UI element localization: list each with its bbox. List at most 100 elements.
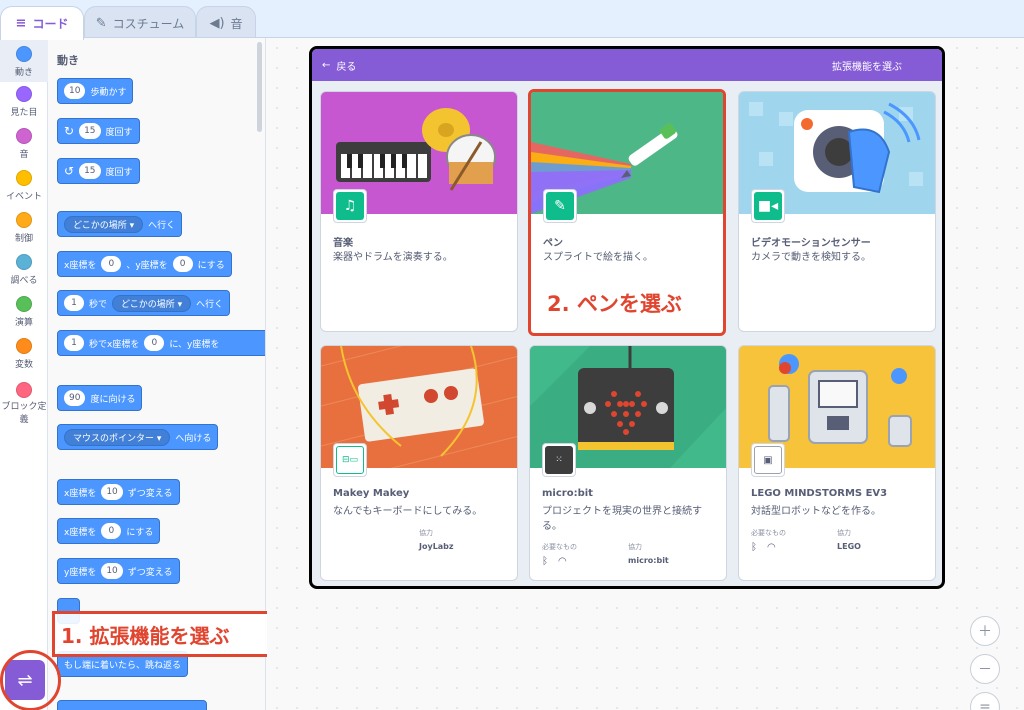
block-goto[interactable]: どこかの場所 ▾ へ行く (57, 211, 183, 237)
operators-dot-icon (16, 296, 32, 312)
editor-tab-bar: ≡ コード ✎ コスチューム ◀) 音 (0, 0, 1024, 40)
block-turn-left[interactable]: ↺ 15 度回す (57, 158, 140, 184)
block-dropdown[interactable]: どこかの場所 ▾ (64, 215, 144, 233)
block-move-steps[interactable]: 10 歩動かす (57, 78, 134, 104)
block-input[interactable]: 10 (64, 83, 86, 99)
microbit-icon: ⁙ (545, 446, 573, 474)
extension-card-pen[interactable]: ✎ ペン スプライトで絵を描く。 2. ペンを選ぶ (528, 89, 726, 336)
category-motion[interactable]: 動き (0, 40, 48, 82)
music-notes-icon: ♫ (336, 192, 364, 220)
block-set-x[interactable]: x座標を 0 にする (57, 518, 161, 544)
block-input[interactable]: 0 (144, 335, 165, 351)
block-text: 度回す (105, 127, 133, 138)
rotate-left-icon: ↺ (64, 164, 75, 178)
collaborator-label: 協力 (837, 529, 851, 537)
block-text: 秒で (89, 299, 108, 310)
extension-card-lego-ev3[interactable]: ▣ LEGO MINDSTORMS EV3 対話型ロボットなどを作る。 必要なも… (738, 345, 936, 581)
block-text: x座標を (64, 527, 97, 538)
block-text: 、y座標を (126, 260, 168, 271)
block-input[interactable]: 90 (64, 390, 86, 406)
category-label: 調べる (10, 276, 38, 286)
wifi-icon: ◠ (558, 556, 567, 567)
tab-costumes[interactable]: ✎ コスチューム (84, 6, 196, 39)
palette-scrollbar[interactable] (257, 42, 262, 132)
collaborator-value: JoyLabz (419, 542, 454, 551)
annotation-step2: 2. ペンを選ぶ (547, 292, 682, 316)
extension-title: 音楽 (333, 238, 353, 249)
block-text: x座標を (64, 260, 97, 271)
block-change-y[interactable]: y座標を 10 ずつ変える (57, 558, 180, 584)
block-input[interactable]: 1 (64, 335, 84, 351)
block-rotation-style[interactable] (57, 700, 207, 710)
block-point-towards[interactable]: マウスのポインター ▾ へ向ける (57, 424, 219, 450)
category-label: 制御 (14, 234, 33, 244)
block-text: x座標を (64, 488, 97, 499)
pen-icon: ✎ (546, 192, 574, 220)
category-my-blocks[interactable]: ブロック定義 (0, 382, 48, 427)
block-text: 歩動かす (90, 87, 127, 98)
block-palette: 動き 10 歩動かす ↻ 15 度回す ↺ 15 度回す どこかの場所 ▾ へ行… (49, 38, 266, 710)
block-text: に、y座標を (169, 339, 220, 350)
block-turn-right[interactable]: ↻ 15 度回す (57, 118, 140, 144)
library-title: 拡張機能を選ぶ (832, 61, 902, 73)
extension-card-music[interactable]: ♫ 音楽 楽器やドラムを演奏する。 (320, 91, 518, 332)
extension-card-microbit[interactable]: ⁙ micro:bit プロジェクトを現実の世界と接続する。 必要なもの ᛒ ◠… (529, 345, 727, 581)
tab-sounds-label: 音 (230, 16, 243, 31)
block-change-x[interactable]: x座標を 10 ずつ変える (57, 479, 180, 505)
video-camera-icon: ■◂ (754, 192, 782, 220)
tab-costumes-label: コスチューム (112, 16, 185, 31)
block-glide-xy[interactable]: 1 秒でx座標を 0 に、y座標を (57, 330, 265, 356)
block-goto-xy[interactable]: x座標を 0 、y座標を 0 にする (57, 251, 232, 277)
category-sensing[interactable]: 調べる (0, 254, 48, 286)
collaborator-value: micro:bit (628, 556, 669, 565)
pen-badge: ✎ (543, 189, 577, 223)
extension-description: 対話型ロボットなどを作る。 (751, 506, 881, 517)
block-input[interactable]: 15 (79, 123, 101, 139)
extension-card-video-sensing[interactable]: ■◂ ビデオモーションセンサー カメラで動きを検知する。 (738, 91, 936, 332)
block-dropdown[interactable]: マウスのポインター ▾ (64, 428, 171, 446)
extension-card-makey-makey[interactable]: ⊟▭ Makey Makey なんでもキーボードにしてみる。 協力 JoyLab… (320, 345, 518, 581)
block-glide[interactable]: 1 秒で どこかの場所 ▾ へ行く (57, 290, 231, 316)
block-input[interactable]: 0 (101, 523, 122, 539)
collaborator-label: 協力 (628, 543, 642, 551)
makey-icon: ⊟▭ (336, 446, 364, 474)
zoom-reset-icon: = (979, 699, 991, 710)
category-events[interactable]: イベント (0, 170, 48, 202)
zoom-reset-button[interactable]: = (970, 692, 1000, 710)
block-input[interactable]: 10 (101, 484, 123, 500)
sensing-dot-icon (16, 254, 32, 270)
extension-library: ← 戻る 拡張機能を選ぶ ♫ 音楽 楽器やドラムを演奏する。 ✎ ペン スプライ… (309, 46, 945, 589)
category-variables[interactable]: 変数 (0, 338, 48, 370)
block-input[interactable]: 0 (101, 256, 122, 272)
control-dot-icon (16, 212, 32, 228)
block-text: ずつ変える (127, 567, 173, 578)
my-blocks-dot-icon (16, 382, 32, 398)
tab-code[interactable]: ≡ コード (0, 6, 84, 40)
zoom-out-button[interactable]: － (970, 654, 1000, 684)
extension-description: プロジェクトを現実の世界と接続する。 (542, 506, 702, 532)
zoom-out-icon: － (978, 662, 992, 678)
extension-description: カメラで動きを検知する。 (751, 252, 871, 263)
category-label: ブロック定義 (1, 402, 47, 425)
category-label: 音 (19, 150, 29, 160)
requirements-label: 必要なもの (542, 543, 577, 551)
back-button[interactable]: ← 戻る (322, 49, 356, 81)
block-input[interactable]: 10 (101, 563, 123, 579)
category-looks[interactable]: 見た目 (0, 86, 48, 118)
block-point-direction[interactable]: 90 度に向ける (57, 385, 143, 411)
block-dropdown[interactable]: どこかの場所 ▾ (112, 294, 192, 312)
category-control[interactable]: 制御 (0, 212, 48, 244)
zoom-in-button[interactable]: ＋ (970, 616, 1000, 646)
block-text: 度に向ける (90, 394, 136, 405)
category-sound[interactable]: 音 (0, 128, 48, 160)
code-icon: ≡ (15, 16, 27, 31)
extension-title: ペン (543, 238, 563, 249)
extension-title: ビデオモーションセンサー (751, 238, 871, 249)
category-operators[interactable]: 演算 (0, 296, 48, 328)
block-input[interactable]: 0 (172, 256, 193, 272)
block-input[interactable]: 15 (79, 163, 101, 179)
tab-sounds[interactable]: ◀) 音 (196, 6, 256, 39)
video-badge: ■◂ (751, 189, 785, 223)
events-dot-icon (16, 170, 32, 186)
block-input[interactable]: 1 (64, 295, 84, 311)
